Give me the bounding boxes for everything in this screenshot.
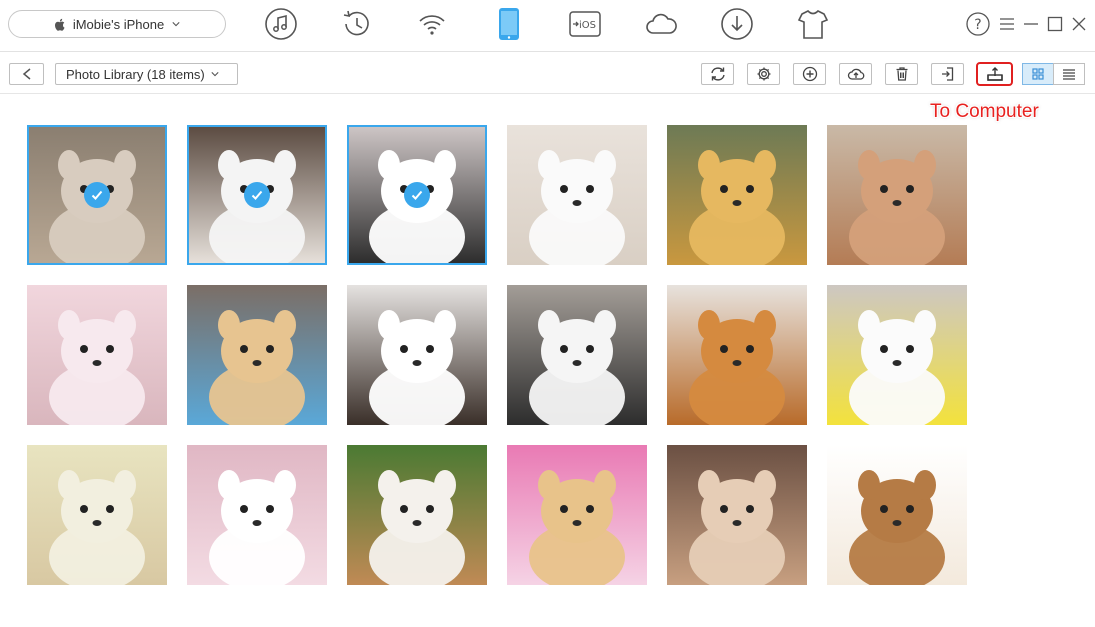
pet-photo [187,285,327,425]
menu-icon[interactable] [998,12,1016,36]
pet-photo [347,285,487,425]
to-device-button[interactable] [931,63,964,85]
to-computer-icon [986,67,1003,81]
library-selector[interactable]: Photo Library (18 items) [55,63,238,85]
list-view-button[interactable] [1053,63,1085,85]
photo-thumbnail[interactable] [347,285,487,425]
photo-thumbnail[interactable] [507,285,647,425]
chevron-left-icon [22,68,30,80]
apple-icon [54,18,65,31]
pet-photo [507,125,647,265]
upload-button[interactable] [839,63,872,85]
photo-thumbnail[interactable] [187,285,327,425]
pet-photo [667,445,807,585]
pet-photo [827,285,967,425]
send-to-device-icon [941,67,953,81]
photo-thumbnail[interactable] [507,445,647,585]
help-label: ? [974,17,981,33]
refresh-icon [710,67,725,81]
selected-check-icon [84,182,110,208]
photo-thumbnail[interactable] [187,445,327,585]
toolbar: Photo Library (18 items) [0,53,1095,94]
photo-thumbnail[interactable] [667,125,807,265]
photo-thumbnail[interactable] [827,125,967,265]
photo-thumbnail[interactable] [347,125,487,265]
back-button[interactable] [9,63,44,85]
device-name: iMobie's iPhone [72,16,165,32]
cloud-upload-icon [847,68,864,80]
iphone-icon[interactable] [491,6,527,42]
photo-thumbnail[interactable] [827,445,967,585]
delete-button[interactable] [885,63,918,85]
grid-icon [1032,68,1044,80]
to-ios-label: iOS [579,20,596,31]
pet-photo [27,445,167,585]
add-button[interactable] [793,63,826,85]
pet-photo [347,445,487,585]
minimize-icon[interactable] [1022,12,1040,36]
tshirt-icon[interactable] [795,6,831,42]
to-computer-annotation: To Computer [930,101,1039,122]
chevron-down-icon [211,72,219,77]
pet-photo [827,445,967,585]
pet-photo [827,125,967,265]
close-icon[interactable] [1070,12,1088,36]
download-icon[interactable] [719,6,755,42]
photo-thumbnail[interactable] [667,285,807,425]
selected-check-icon [404,182,430,208]
to-computer-button[interactable] [976,62,1013,86]
pet-photo [27,285,167,425]
help-icon[interactable]: ? [966,12,990,36]
photo-thumbnail[interactable] [27,285,167,425]
list-icon [1063,69,1075,80]
photo-thumbnail[interactable] [27,445,167,585]
gear-icon [757,67,770,81]
trash-icon [896,67,907,81]
history-icon[interactable] [338,6,374,42]
photo-thumbnail[interactable] [827,285,967,425]
library-label: Photo Library (18 items) [66,66,205,82]
pet-photo [187,445,327,585]
pet-photo [507,445,647,585]
pet-photo [667,125,807,265]
photo-thumbnail[interactable] [27,125,167,265]
photo-thumbnail[interactable] [187,125,327,265]
pet-photo [507,285,647,425]
settings-button[interactable] [747,63,780,85]
refresh-button[interactable] [701,63,734,85]
pet-photo [667,285,807,425]
maximize-icon[interactable] [1046,12,1064,36]
plus-circle-icon [802,66,817,82]
cloud-icon[interactable] [643,6,679,42]
photo-thumbnail[interactable] [347,445,487,585]
top-bar: iMobie's iPhone iOS ? [0,0,1095,52]
photo-thumbnail[interactable] [507,125,647,265]
device-selector[interactable]: iMobie's iPhone [8,10,226,38]
chevron-down-icon [172,22,180,27]
photo-thumbnail[interactable] [667,445,807,585]
grid-view-button[interactable] [1022,63,1054,85]
selected-check-icon [244,182,270,208]
music-icon[interactable] [263,6,299,42]
to-ios-icon[interactable]: iOS [567,6,603,42]
wifi-icon[interactable] [414,6,450,42]
